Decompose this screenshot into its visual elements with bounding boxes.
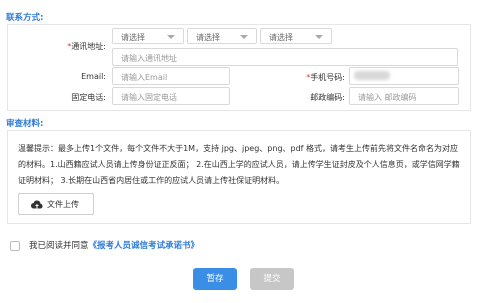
- agreement-text: 我已阅读并同意《报考人员诚信考试承诺书》: [29, 239, 199, 251]
- phone-input-placeholder: 请输入固定电话: [121, 93, 177, 102]
- address-input-placeholder: 请输入通讯地址: [121, 54, 177, 63]
- agreement-prefix: 我已阅读并同意: [29, 241, 89, 251]
- phone-label: 固定电话:: [71, 93, 106, 102]
- contact-section-title: 联系方式:: [6, 13, 44, 23]
- mobile-label-text: 手机号码:: [310, 73, 345, 82]
- upload-hint-text: 温馨提示：最多上传1个文件，每个文件不大于1M，支持 jpg、jpeg、png、…: [18, 144, 460, 185]
- address-label: *通讯地址:: [40, 41, 106, 52]
- chevron-down-icon: [167, 35, 175, 39]
- chevron-down-icon: [315, 35, 323, 39]
- submit-button[interactable]: 提交: [250, 268, 294, 290]
- city-select[interactable]: 请选择: [187, 28, 257, 44]
- save-draft-button[interactable]: 暂存: [193, 268, 237, 290]
- email-label: Email:: [81, 72, 106, 81]
- file-upload-button[interactable]: 文件上传: [18, 193, 94, 215]
- postcode-input-placeholder: 请输入 邮政编码: [358, 93, 417, 102]
- file-upload-label: 文件上传: [47, 200, 79, 209]
- district-select[interactable]: 请选择: [260, 28, 332, 44]
- email-input-placeholder: 请输入Email: [121, 73, 168, 82]
- address-label-text: 通讯地址:: [71, 42, 106, 51]
- materials-section-title: 审查材料:: [6, 119, 44, 129]
- address-input[interactable]: 请输入通讯地址: [112, 48, 458, 66]
- agreement-checkbox[interactable]: [10, 241, 20, 251]
- province-select[interactable]: 请选择: [112, 28, 184, 44]
- cloud-upload-icon: [31, 200, 43, 209]
- mobile-label: *手机号码:: [285, 72, 345, 83]
- agreement-link[interactable]: 《报考人员诚信考试承诺书》: [89, 241, 200, 251]
- district-select-value: 请选择: [269, 33, 293, 42]
- chevron-down-icon: [240, 35, 248, 39]
- postcode-label: 邮政编码:: [310, 93, 345, 102]
- city-select-value: 请选择: [196, 33, 220, 42]
- phone-input[interactable]: 请输入固定电话: [112, 87, 230, 105]
- email-input[interactable]: 请输入Email: [112, 67, 230, 85]
- postcode-input[interactable]: 请输入 邮政编码: [349, 87, 459, 105]
- redacted-phone-value: [354, 71, 390, 80]
- province-select-value: 请选择: [121, 33, 145, 42]
